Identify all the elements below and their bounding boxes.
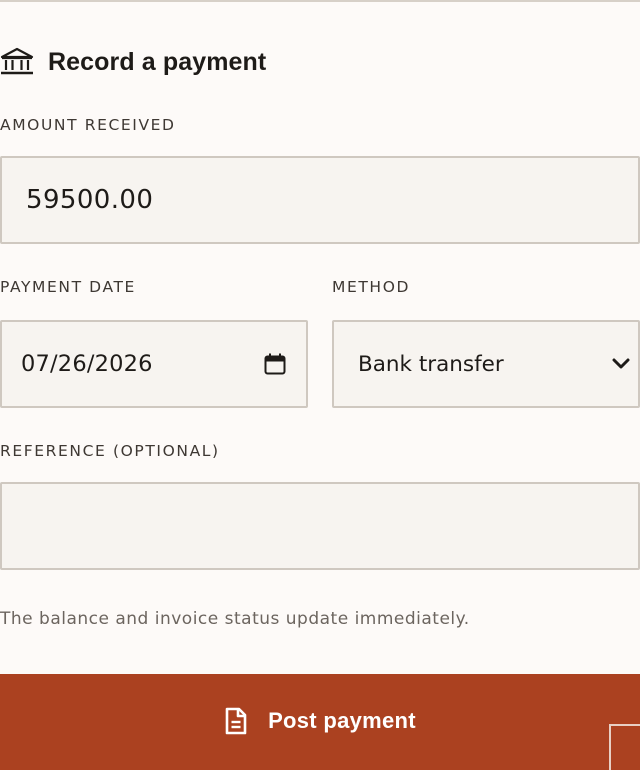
method-select[interactable]: Bank transfer [332, 320, 640, 408]
reference-label: REFERENCE (OPTIONAL) [0, 442, 220, 460]
amount-value: 59500.00 [26, 185, 154, 215]
document-icon [225, 707, 247, 735]
help-text: The balance and invoice status update im… [0, 609, 470, 629]
method-label: METHOD [332, 278, 411, 296]
overlay-corner [609, 724, 640, 770]
reference-input[interactable] [0, 482, 640, 570]
payment-form: Record a payment AMOUNT RECEIVED 59500.0… [0, 0, 640, 770]
payment-date-value: 07/26/2026 [21, 351, 153, 377]
section-header: Record a payment [0, 44, 266, 80]
post-payment-label: Post payment [268, 708, 416, 733]
chevron-down-icon [612, 358, 630, 369]
amount-input[interactable]: 59500.00 [0, 156, 640, 244]
post-payment-button[interactable]: Post payment [0, 674, 640, 770]
divider [0, 0, 640, 2]
bank-icon [0, 47, 34, 75]
payment-date-input[interactable]: 07/26/2026 [0, 320, 308, 408]
amount-label: AMOUNT RECEIVED [0, 116, 176, 134]
section-title: Record a payment [48, 47, 267, 76]
calendar-icon[interactable] [264, 353, 286, 375]
payment-date-label: PAYMENT DATE [0, 278, 136, 296]
method-selected-value: Bank transfer [358, 351, 504, 377]
